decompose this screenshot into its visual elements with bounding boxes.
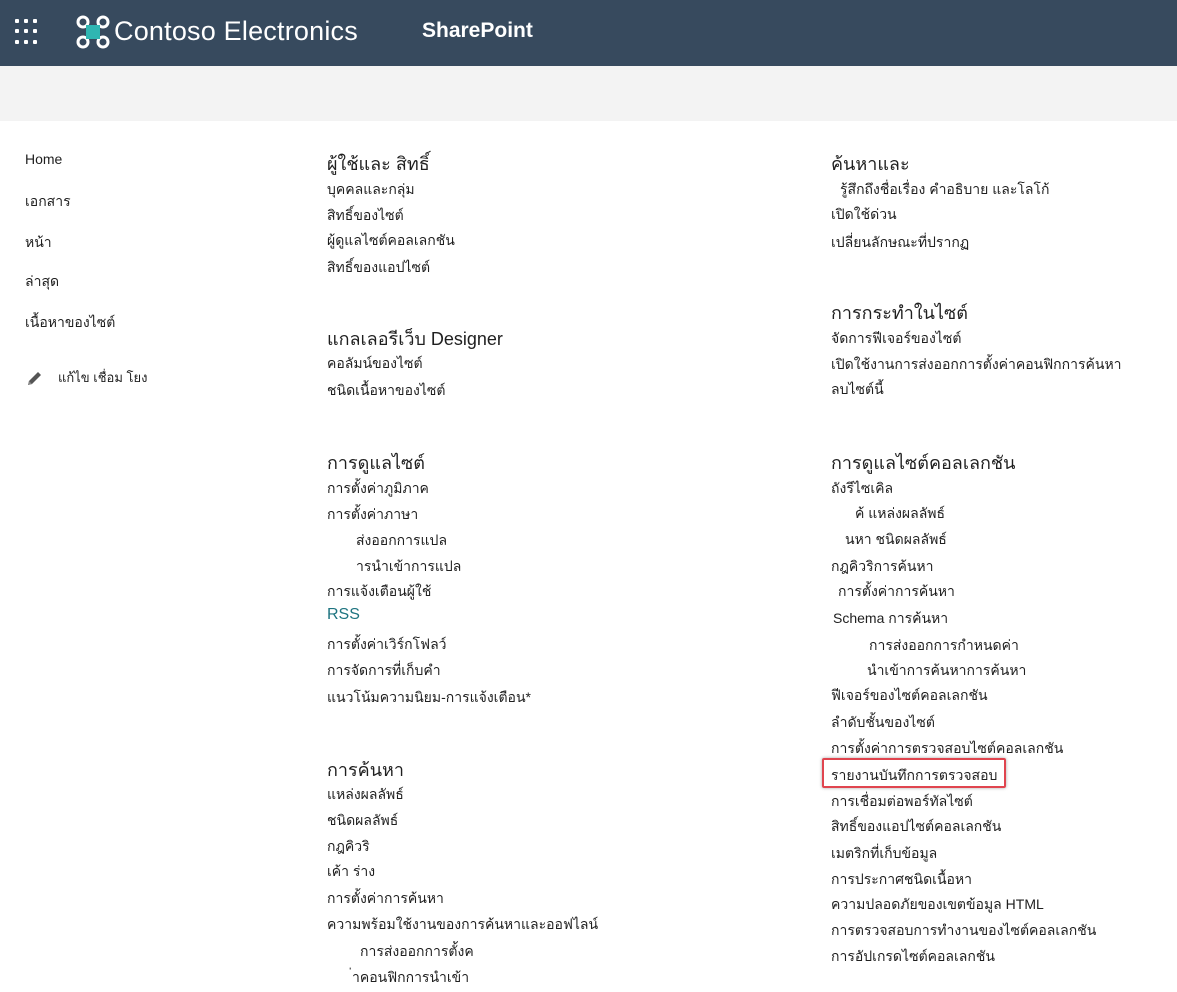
link-enable-search-config-export[interactable]: เปิดใช้งานการส่งออกการตั้งค่าคอนฟิกการค้…	[831, 354, 1122, 376]
highlight-box-audit-log-reports	[822, 758, 1006, 788]
link-site-columns[interactable]: คอลัมน์ของไซต์	[327, 353, 423, 375]
link-portal-connection[interactable]: การเชื่อมต่อพอร์ทัลไซต์	[831, 791, 973, 813]
link-workflow-settings[interactable]: การตั้งค่าเวิร์กโฟลว์	[327, 634, 447, 656]
nav-item-pages[interactable]: หน้า	[25, 232, 52, 254]
link-health-checks[interactable]: การตรวจสอบการทำงานของไซต์คอลเลกชัน	[831, 920, 1096, 942]
link-regional-settings[interactable]: การตั้งค่าภูมิภาค	[327, 478, 429, 500]
link-content-type-publishing[interactable]: การประกาศชนิดเนื้อหา	[831, 869, 972, 891]
link-audit-settings[interactable]: การตั้งค่าการตรวจสอบไซต์คอลเลกชัน	[831, 738, 1063, 760]
command-bar	[0, 66, 1177, 121]
app-name[interactable]: SharePoint	[422, 19, 533, 43]
nav-item-recent[interactable]: ล่าสุด	[25, 271, 59, 293]
link-sc-app-permissions[interactable]: สิทธิ์ของแอปไซต์คอลเลกชัน	[831, 816, 1001, 838]
link-result-sources[interactable]: แหล่งผลลัพธ์	[327, 784, 404, 806]
link-recycle-bin[interactable]: ถังรีไซเคิล	[831, 478, 893, 500]
nav-item-documents[interactable]: เอกสาร	[25, 191, 71, 213]
link-people-groups[interactable]: บุคคลและกลุ่ม	[327, 179, 415, 201]
link-site-collection-admins[interactable]: ผู้ดูแลไซต์คอลเลกชัน	[327, 230, 455, 252]
section-title-users-permissions: ผู้ใช้และ สิทธิ์	[327, 154, 430, 174]
link-storage-metrics[interactable]: เมตริกที่เก็บข้อมูล	[831, 843, 937, 865]
link-rss[interactable]: RSS	[327, 606, 360, 624]
section-title-site-collection-admin: การดูแลไซต์คอลเลกชัน	[831, 453, 1016, 473]
pencil-icon	[28, 371, 41, 385]
link-site-collection-upgrade[interactable]: การอัปเกรดไซต์คอลเลกชัน	[831, 946, 995, 968]
link-import-config[interactable]: ่าคอนฟิกการนำเข้า	[352, 967, 469, 989]
link-term-store[interactable]: การจัดการที่เก็บคำ	[327, 660, 441, 682]
section-title-site-actions: การกระทำในไซต์	[831, 303, 968, 323]
section-title-search: การค้นหา	[327, 760, 404, 780]
contoso-logo-icon[interactable]	[76, 15, 110, 49]
link-schema[interactable]: เค้า ร่าง	[327, 861, 375, 883]
link-manage-site-features[interactable]: จัดการฟีเจอร์ของไซต์	[831, 328, 961, 350]
link-quick-launch[interactable]: เปิดใช้ด่วน	[831, 204, 897, 226]
app-launcher-icon[interactable]	[15, 19, 41, 45]
link-sc-import-search[interactable]: นำเข้าการค้นหาการค้นหา	[867, 660, 1026, 682]
nav-item-home[interactable]: Home	[25, 151, 62, 167]
link-sc-result-sources[interactable]: ค้ แหล่งผลลัพธ์	[855, 503, 945, 525]
link-export-config[interactable]: การส่งออกการตั้งค	[360, 941, 474, 963]
link-popularity-trends[interactable]: แนวโน้มความนิยม-การแจ้งเตือน*	[327, 687, 531, 709]
suite-bar: Contoso Electronics SharePoint	[0, 0, 1177, 66]
link-export-translations[interactable]: ส่งออกการแปล	[356, 530, 447, 552]
link-delete-site[interactable]: ลบไซต์นี้	[831, 379, 884, 401]
link-search-query-rules[interactable]: กฎคิวริการค้นหา	[831, 556, 934, 578]
link-user-alerts[interactable]: การแจ้งเตือนผู้ใช้	[327, 581, 431, 603]
link-search-schema[interactable]: Schema การค้นหา	[833, 608, 948, 630]
link-change-look[interactable]: เปลี่ยนลักษณะที่ปรากฏ	[831, 232, 969, 254]
link-site-content-types[interactable]: ชนิดเนื้อหาของไซต์	[327, 380, 445, 402]
link-result-types[interactable]: ชนิดผลลัพธ์	[327, 810, 398, 832]
edit-links-label: แก้ไข เชื่อม โยง	[58, 370, 148, 385]
section-title-designer-gallery: แกลเลอรีเว็บ Designer	[327, 329, 503, 349]
link-site-collection-features[interactable]: ฟีเจอร์ของไซต์คอลเลกชัน	[831, 685, 988, 707]
link-import-translations[interactable]: ารนำเข้าการแปล	[356, 556, 461, 578]
link-search-settings[interactable]: การตั้งค่าการค้นหา	[327, 888, 444, 910]
link-site-permissions[interactable]: สิทธิ์ของไซต์	[327, 205, 404, 227]
link-query-rules[interactable]: กฎคิวริ	[327, 836, 370, 858]
link-site-hierarchy[interactable]: ลำดับชั้นของไซต์	[831, 712, 935, 734]
link-html-field-security[interactable]: ความปลอดภัยของเขตข้อมูล HTML	[831, 894, 1044, 916]
section-title-site-admin: การดูแลไซต์	[327, 453, 425, 473]
section-title-look-feel: ค้นหาและ	[831, 154, 910, 174]
brand-name[interactable]: Contoso Electronics	[114, 16, 358, 47]
link-site-app-permissions[interactable]: สิทธิ์ของแอปไซต์	[327, 257, 430, 279]
link-language-settings[interactable]: การตั้งค่าภาษา	[327, 504, 418, 526]
link-search-offline-availability[interactable]: ความพร้อมใช้งานของการค้นหาและออฟไลน์	[327, 914, 598, 936]
nav-item-site-contents[interactable]: เนื้อหาของไซต์	[25, 312, 115, 334]
link-sc-search-settings[interactable]: การตั้งค่าการค้นหา	[838, 581, 955, 603]
edit-links-button[interactable]: แก้ไข เชื่อม โยง	[26, 367, 148, 388]
link-sc-export-config[interactable]: การส่งออกการกำหนดค่า	[869, 635, 1019, 657]
link-sc-result-types[interactable]: นหา ชนิดผลลัพธ์	[845, 529, 947, 551]
link-title-description-logo[interactable]: รู้สึกถึงชื่อเรื่อง คำอธิบาย และโลโก้	[840, 179, 1049, 201]
